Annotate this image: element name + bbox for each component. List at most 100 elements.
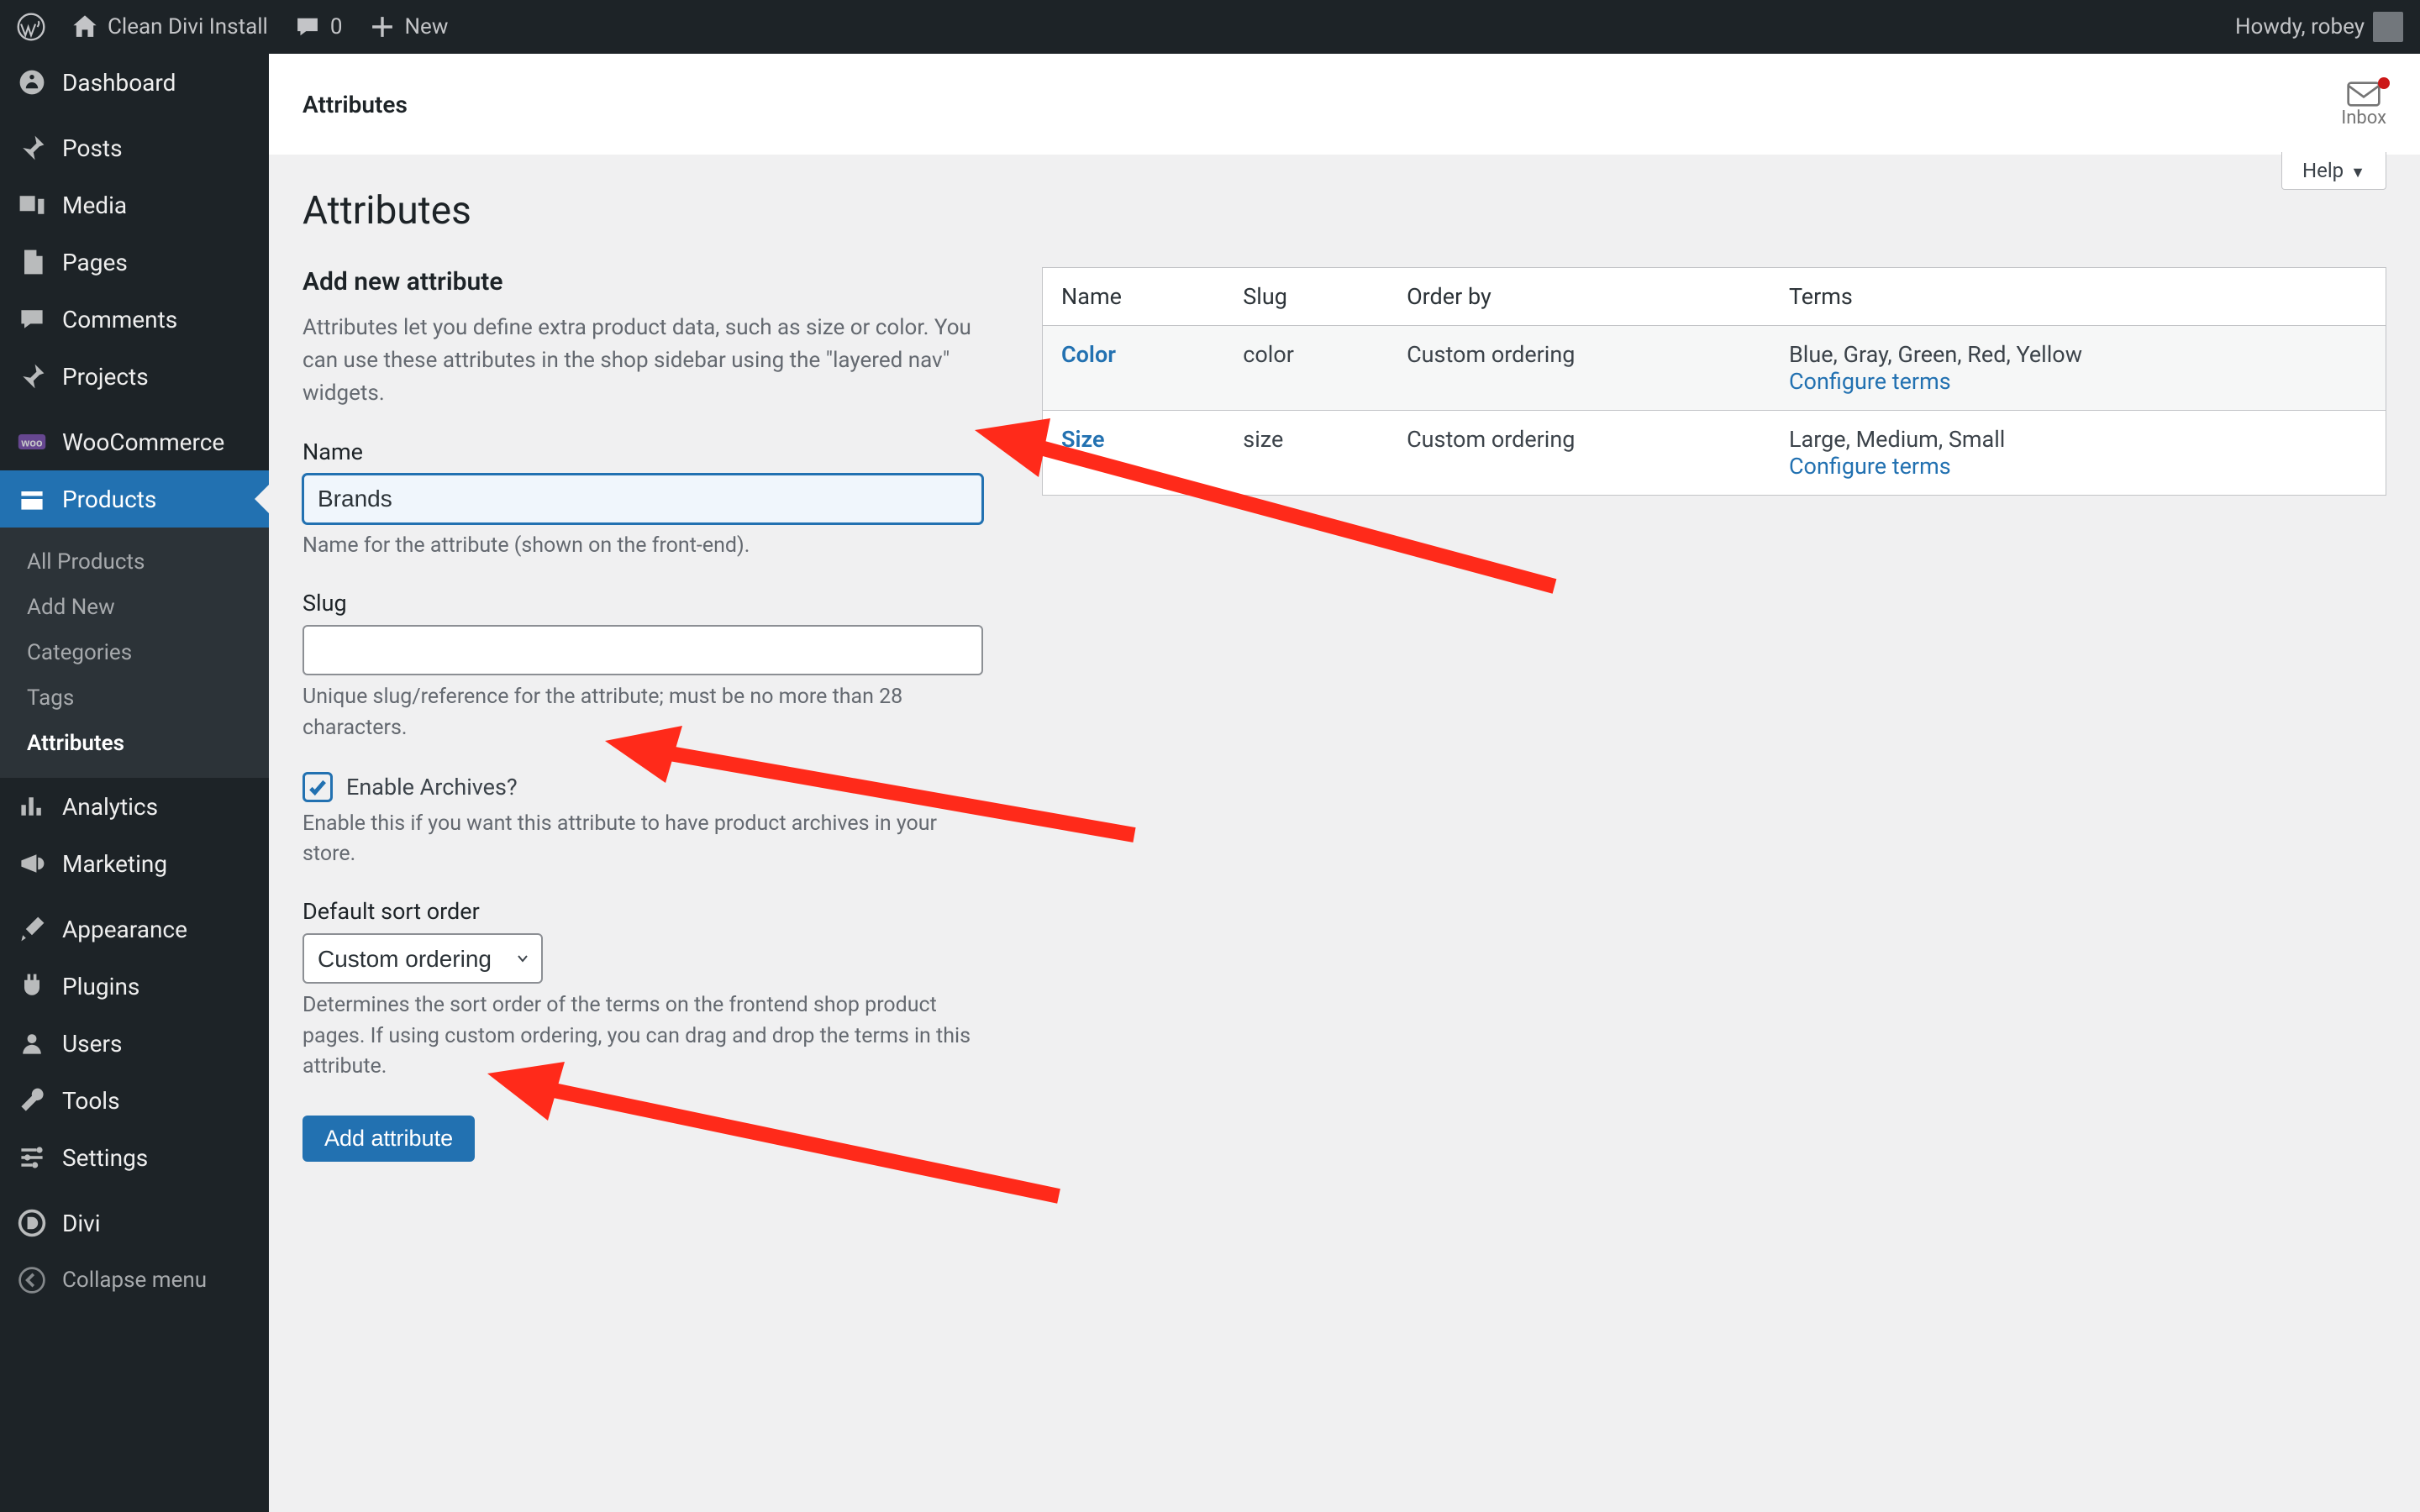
sidebar-item-label: Projects (62, 363, 149, 391)
configure-terms-link[interactable]: Configure terms (1789, 453, 1951, 480)
sidebar-item-projects[interactable]: Projects (0, 348, 269, 405)
comment-icon (17, 304, 47, 334)
woocommerce-icon: woo (17, 427, 47, 457)
notification-dot-icon (2378, 77, 2390, 89)
divi-icon (17, 1208, 47, 1238)
attribute-name-link[interactable]: Size (1061, 426, 1104, 453)
slug-input[interactable] (302, 625, 983, 675)
new-content-link[interactable]: New (368, 13, 449, 41)
collapse-menu[interactable]: Collapse menu (0, 1252, 269, 1309)
sidebar-item-settings[interactable]: Settings (0, 1129, 269, 1186)
plugin-icon (17, 971, 47, 1001)
submenu-attributes[interactable]: Attributes (0, 721, 269, 766)
comments-count: 0 (330, 14, 343, 39)
button-label: Add attribute (324, 1126, 453, 1151)
megaphone-icon (17, 848, 47, 879)
form-section-title: Add new attribute (302, 267, 983, 297)
add-attribute-button[interactable]: Add attribute (302, 1116, 475, 1162)
help-label: Help (2302, 159, 2344, 182)
sort-order-select[interactable]: Custom ordering (302, 933, 543, 984)
name-input[interactable] (302, 474, 983, 524)
submenu-categories[interactable]: Categories (0, 630, 269, 675)
attributes-table: Name Slug Order by Terms Color color Cus… (1042, 267, 2386, 496)
wordpress-logo[interactable] (17, 13, 45, 41)
sidebar-item-media[interactable]: Media (0, 176, 269, 234)
sidebar-item-label: Divi (62, 1210, 101, 1237)
admin-sidebar: Dashboard Posts Media Pages Comments Pro… (0, 54, 269, 1512)
dashboard-icon (17, 67, 47, 97)
sidebar-item-label: Appearance (62, 916, 187, 943)
pin-icon (17, 133, 47, 163)
sidebar-item-woocommerce[interactable]: woo WooCommerce (0, 413, 269, 470)
inbox-button[interactable]: Inbox (2341, 81, 2386, 129)
submenu-label: All Products (27, 549, 145, 575)
sidebar-item-products[interactable]: Products (0, 470, 269, 528)
plus-icon (368, 13, 397, 41)
attribute-terms: Blue, Gray, Green, Red, Yellow (1789, 341, 2082, 368)
th-terms: Terms (1770, 268, 2386, 326)
submenu-tags[interactable]: Tags (0, 675, 269, 721)
submenu-label: Tags (27, 685, 74, 711)
archives-help: Enable this if you want this attribute t… (302, 809, 983, 870)
checkmark-icon (307, 776, 329, 798)
submenu-label: Attributes (27, 731, 124, 756)
brush-icon (17, 914, 47, 944)
page-title: Attributes (302, 188, 2386, 234)
table-row: Size size Custom ordering Large, Medium,… (1043, 411, 2386, 496)
sidebar-separator (0, 1186, 269, 1194)
account-link[interactable]: Howdy, robey (2235, 12, 2403, 42)
content-header: Attributes Inbox (269, 54, 2420, 155)
collapse-icon (17, 1265, 47, 1295)
name-help: Name for the attribute (shown on the fro… (302, 531, 983, 561)
slug-help: Unique slug/reference for the attribute;… (302, 682, 983, 743)
media-icon (17, 190, 47, 220)
howdy-text: Howdy, robey (2235, 14, 2365, 39)
sidebar-separator (0, 111, 269, 119)
attribute-orderby: Custom ordering (1388, 411, 1770, 496)
form-intro: Attributes let you define extra product … (302, 312, 983, 410)
sort-help: Determines the sort order of the terms o… (302, 990, 983, 1082)
add-attribute-form: Add new attribute Attributes let you def… (302, 267, 983, 1162)
sidebar-item-tools[interactable]: Tools (0, 1072, 269, 1129)
inbox-icon (2347, 81, 2381, 108)
enable-archives-checkbox[interactable] (302, 772, 333, 802)
submenu-all-products[interactable]: All Products (0, 539, 269, 585)
enable-archives-label: Enable Archives? (346, 774, 518, 801)
sidebar-item-pages[interactable]: Pages (0, 234, 269, 291)
sidebar-item-dashboard[interactable]: Dashboard (0, 54, 269, 111)
comments-link[interactable]: 0 (293, 13, 343, 41)
table-header-row: Name Slug Order by Terms (1043, 268, 2386, 326)
configure-terms-link[interactable]: Configure terms (1789, 368, 1951, 395)
sidebar-item-users[interactable]: Users (0, 1015, 269, 1072)
sidebar-item-plugins[interactable]: Plugins (0, 958, 269, 1015)
avatar-icon (2373, 12, 2403, 42)
sidebar-item-posts[interactable]: Posts (0, 119, 269, 176)
th-orderby: Order by (1388, 268, 1770, 326)
sidebar-item-marketing[interactable]: Marketing (0, 835, 269, 892)
sidebar-item-label: Products (62, 486, 156, 513)
help-tab[interactable]: Help ▼ (2281, 152, 2386, 190)
th-slug: Slug (1224, 268, 1388, 326)
wordpress-icon (17, 13, 45, 41)
analytics-icon (17, 791, 47, 822)
svg-text:woo: woo (20, 437, 42, 449)
attribute-name-link[interactable]: Color (1061, 341, 1116, 368)
attribute-slug: size (1224, 411, 1388, 496)
sidebar-item-label: Marketing (62, 850, 167, 878)
chevron-down-icon: ▼ (2350, 164, 2365, 181)
site-home-link[interactable]: Clean Divi Install (71, 13, 268, 41)
sidebar-item-label: Settings (62, 1144, 148, 1172)
collapse-label: Collapse menu (62, 1268, 207, 1293)
sidebar-item-divi[interactable]: Divi (0, 1194, 269, 1252)
sidebar-item-appearance[interactable]: Appearance (0, 900, 269, 958)
sidebar-item-analytics[interactable]: Analytics (0, 778, 269, 835)
th-name: Name (1043, 268, 1225, 326)
new-label: New (405, 14, 449, 39)
sidebar-item-comments[interactable]: Comments (0, 291, 269, 348)
sidebar-item-label: Comments (62, 306, 177, 333)
submenu-add-new[interactable]: Add New (0, 585, 269, 630)
inbox-label: Inbox (2341, 108, 2386, 129)
sidebar-item-label: Pages (62, 249, 128, 276)
sort-label: Default sort order (302, 898, 983, 925)
sliders-icon (17, 1142, 47, 1173)
